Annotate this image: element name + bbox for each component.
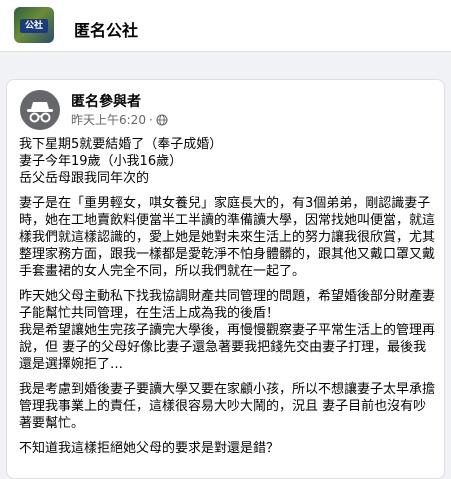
- post-paragraph: 妻子是在「重男輕女，唭女養兒」家庭長大的，有3個弟弟，剛認識妻子時，她在工地賣飲…: [19, 196, 436, 279]
- incognito-icon: [27, 102, 53, 123]
- group-name[interactable]: 匿名公社: [74, 17, 138, 41]
- group-avatar-sign: 公社: [20, 19, 48, 33]
- post-body: 我下星期5就要結婚了（奉子成婚） 妻子今年19歲（小我16歲） 岳父岳母跟我同年…: [19, 136, 435, 465]
- separator-dot: ·: [148, 112, 153, 127]
- group-avatar[interactable]: 公社: [14, 7, 54, 43]
- anonymous-avatar[interactable]: [20, 90, 60, 130]
- post-paragraph: 不知道我這樣拒絕她父母的要求是對還是錯？: [19, 441, 280, 456]
- post-timestamp[interactable]: 昨天上午6:20: [71, 111, 146, 128]
- group-header: 公社 匿名公社: [0, 0, 451, 52]
- globe-icon[interactable]: [156, 113, 168, 126]
- post-paragraph: 昨天她父母主動私下找我協調財產共同管理的問題，希望婚後部分財產妻子能幫忙共同管理…: [19, 289, 436, 372]
- post-paragraph: 我下星期5就要結婚了（奉子成婚） 妻子今年19歲（小我16歲） 岳父岳母跟我同年…: [19, 137, 223, 186]
- post-paragraph: 我是考慮到婚後妻子要讀大學又要在家顧小孩，所以不想讓妻子太早承擔管理我事業上的責…: [19, 382, 436, 431]
- post-card: 匿名參與者 昨天上午6:20 · 我下星期5就要結婚了（奉子成婚） 妻子今年19…: [6, 79, 445, 479]
- post-author[interactable]: 匿名參與者: [71, 91, 141, 111]
- post-meta: 昨天上午6:20 ·: [71, 111, 168, 128]
